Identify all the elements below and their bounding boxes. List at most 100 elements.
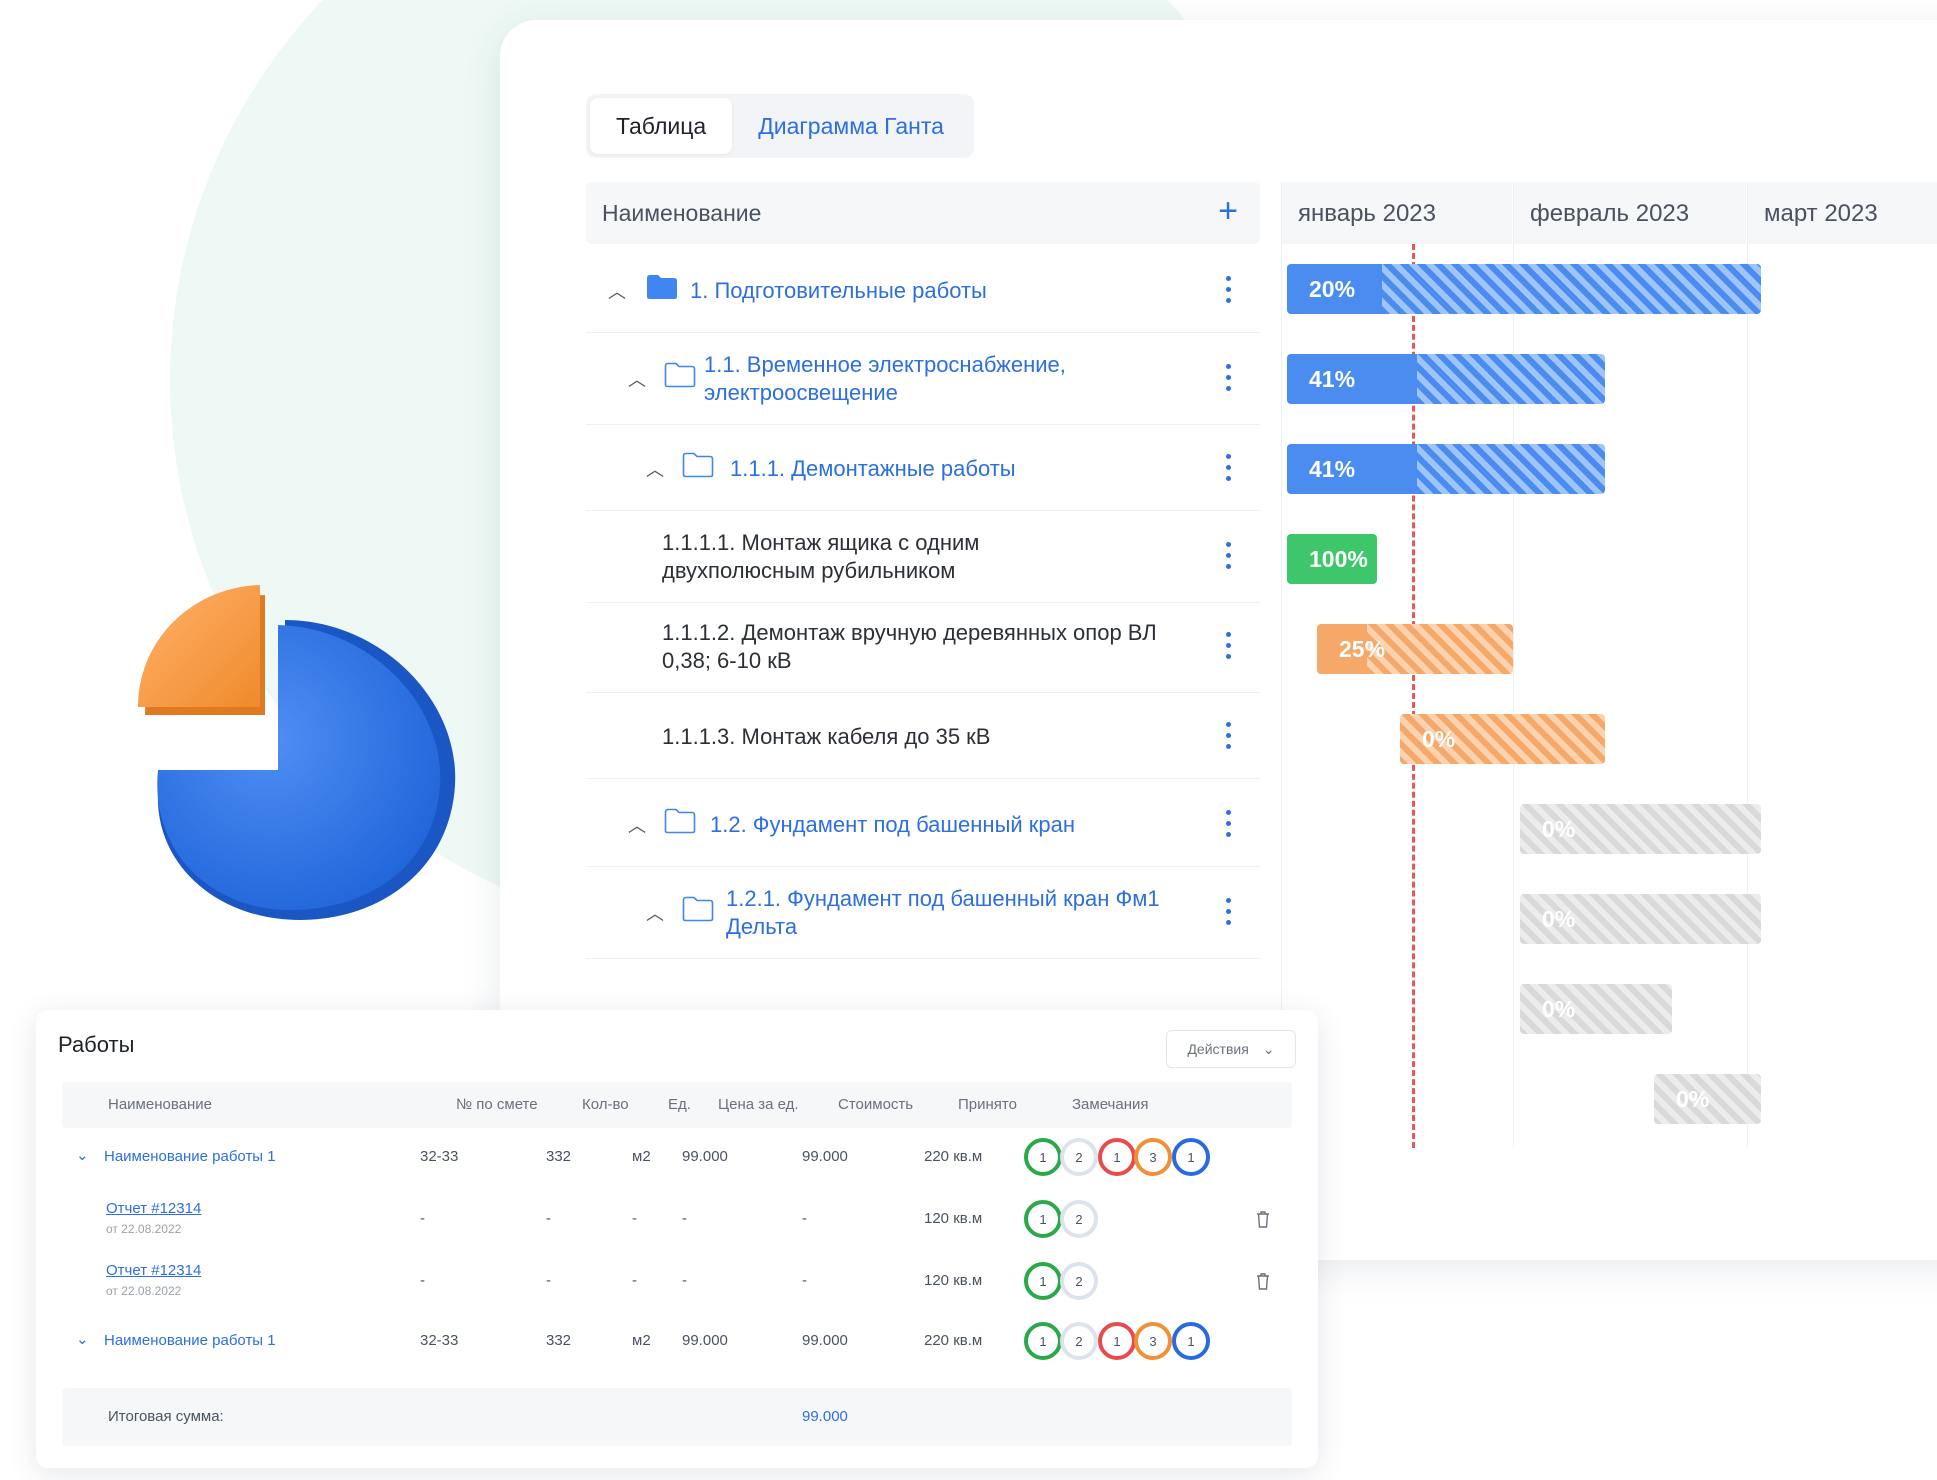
month-header-feb: февраль 2023 (1514, 182, 1746, 244)
work-cost: 99.000 (802, 1332, 848, 1349)
gantt-row[interactable]: ︿ 1.2.1. Фундамент под башенный кран Фм1… (586, 872, 1260, 959)
gantt-bar[interactable]: 41% (1287, 354, 1605, 404)
actions-dropdown[interactable]: Действия ⌄ (1166, 1030, 1296, 1068)
remark-badge[interactable]: 1 (1024, 1322, 1062, 1360)
work-cost: - (802, 1272, 807, 1289)
gantt-bar[interactable]: 0% (1520, 984, 1672, 1034)
work-name[interactable]: Наименование работы 1 (104, 1148, 276, 1165)
row-label: 1.1. Временное электроснабжение, электро… (704, 352, 1066, 405)
chevron-up-icon[interactable]: ︿ (646, 900, 668, 924)
chevron-down-icon: ⌄ (1262, 1040, 1275, 1057)
row-label: 1.1.1.1. Монтаж ящика с одним двухполюсн… (662, 530, 980, 583)
remark-badge[interactable]: 2 (1060, 1138, 1098, 1176)
bar-percent: 100% (1309, 546, 1368, 572)
total-label: Итоговая сумма: (108, 1408, 224, 1425)
actions-label: Действия (1187, 1041, 1249, 1057)
more-icon[interactable] (1226, 632, 1232, 662)
folder-icon (682, 896, 714, 922)
folder-icon (664, 362, 696, 388)
work-accepted: 220 кв.м (924, 1148, 983, 1165)
bar-percent: 0% (1542, 816, 1576, 842)
tab-table[interactable]: Таблица (590, 98, 733, 154)
remark-badge[interactable]: 1 (1098, 1322, 1136, 1360)
trash-icon[interactable] (1256, 1210, 1270, 1228)
gantt-bar[interactable]: 0% (1520, 894, 1761, 944)
gantt-bar[interactable]: 0% (1400, 714, 1605, 764)
remark-badge[interactable]: 2 (1060, 1200, 1098, 1238)
gantt-row[interactable]: 1.1.1.2. Демонтаж вручную деревянных опо… (586, 606, 1260, 693)
gantt-bar[interactable]: 20% (1287, 264, 1761, 314)
remark-badge[interactable]: 2 (1060, 1262, 1098, 1300)
more-icon[interactable] (1226, 722, 1232, 752)
grid-line (1513, 182, 1514, 1147)
bar-percent: 41% (1309, 366, 1356, 392)
work-unit: м2 (632, 1148, 651, 1165)
work-estimate: 32-33 (420, 1148, 459, 1165)
chevron-down-icon[interactable]: ⌄ (76, 1330, 89, 1348)
remark-badge[interactable]: 1 (1172, 1322, 1210, 1360)
remark-badge[interactable]: 1 (1024, 1262, 1062, 1300)
more-icon[interactable] (1226, 542, 1232, 572)
gantt-row[interactable]: 1.1.1.1. Монтаж ящика с одним двухполюсн… (586, 516, 1260, 603)
remark-badge[interactable]: 1 (1024, 1200, 1062, 1238)
bar-percent: 20% (1309, 276, 1356, 302)
report-date: от 22.08.2022 (106, 1284, 182, 1298)
work-unit: - (632, 1210, 637, 1227)
gantt-row[interactable]: ︿ 1. Подготовительные работы (586, 250, 1260, 333)
chevron-down-icon[interactable]: ⌄ (76, 1146, 89, 1164)
row-label: 1.1.1. Демонтажные работы (730, 456, 1016, 481)
col-header-name: Наименование (108, 1096, 212, 1113)
gantt-bar[interactable]: 0% (1654, 1074, 1761, 1124)
gantt-row[interactable]: ︿ 1.1. Временное электроснабжение, элект… (586, 338, 1260, 425)
row-label: 1.2. Фундамент под башенный кран (710, 812, 1076, 837)
work-cost: 99.000 (802, 1148, 848, 1165)
bar-percent: 0% (1542, 996, 1576, 1022)
work-qty: 332 (546, 1332, 572, 1349)
work-price: - (682, 1272, 687, 1289)
chevron-up-icon[interactable]: ︿ (646, 456, 668, 480)
gantt-bar[interactable]: 100% (1287, 534, 1377, 584)
report-link[interactable]: Отчет #12314 (106, 1200, 201, 1217)
more-icon[interactable] (1226, 810, 1232, 840)
grid-line (1281, 182, 1282, 1147)
chevron-up-icon[interactable]: ︿ (628, 812, 650, 836)
report-link[interactable]: Отчет #12314 (106, 1262, 201, 1279)
chevron-up-icon[interactable]: ︿ (608, 278, 630, 302)
work-price: 99.000 (682, 1148, 728, 1165)
folder-icon (682, 452, 714, 478)
tab-gantt[interactable]: Диаграмма Ганта (732, 98, 970, 154)
remark-badge[interactable]: 1 (1172, 1138, 1210, 1176)
bar-percent: 0% (1542, 906, 1576, 932)
name-column-title: Наименование (602, 200, 762, 226)
work-price: - (682, 1210, 687, 1227)
month-label: февраль 2023 (1530, 200, 1690, 227)
remark-badge[interactable]: 1 (1098, 1138, 1136, 1176)
more-icon[interactable] (1226, 898, 1232, 928)
more-icon[interactable] (1226, 364, 1232, 394)
gantt-row[interactable]: 1.1.1.3. Монтаж кабеля до 35 кВ (586, 696, 1260, 779)
work-name[interactable]: Наименование работы 1 (104, 1332, 276, 1349)
gantt-bar[interactable]: 0% (1520, 804, 1761, 854)
work-cost: - (802, 1210, 807, 1227)
col-header-cost: Стоимость (838, 1096, 914, 1113)
gantt-bar[interactable]: 41% (1287, 444, 1605, 494)
gantt-row[interactable]: ︿ 1.1.1. Демонтажные работы (586, 428, 1260, 511)
month-header-jan: январь 2023 (1282, 182, 1512, 244)
row-label: 1. Подготовительные работы (690, 278, 987, 303)
col-header-unit: Ед. (668, 1096, 691, 1113)
remark-badge[interactable]: 3 (1134, 1322, 1172, 1360)
more-icon[interactable] (1226, 276, 1232, 306)
row-label: 1.2.1. Фундамент под башенный кран Фм1 Д… (726, 886, 1160, 939)
trash-icon[interactable] (1256, 1272, 1270, 1290)
work-price: 99.000 (682, 1332, 728, 1349)
col-header-price: Цена за ед. (718, 1096, 799, 1113)
remark-badge[interactable]: 2 (1060, 1322, 1098, 1360)
gantt-bar[interactable]: 25% (1317, 624, 1513, 674)
more-icon[interactable] (1226, 454, 1232, 484)
remark-badge[interactable]: 3 (1134, 1138, 1172, 1176)
remark-badge[interactable]: 1 (1024, 1138, 1062, 1176)
work-accepted: 120 кв.м (924, 1272, 983, 1289)
plus-icon[interactable]: + (1218, 194, 1238, 228)
gantt-row[interactable]: ︿ 1.2. Фундамент под башенный кран (586, 784, 1260, 867)
chevron-up-icon[interactable]: ︿ (628, 366, 650, 390)
